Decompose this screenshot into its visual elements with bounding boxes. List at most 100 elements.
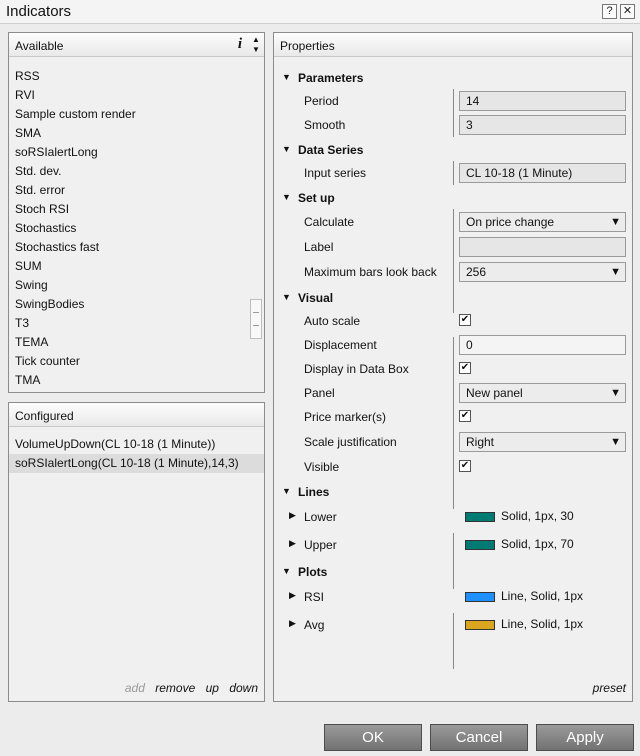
property-label: Displacement <box>304 338 377 352</box>
expand-icon[interactable]: ▶ <box>289 590 296 601</box>
avg-plot-style[interactable]: Line, Solid, 1px <box>465 617 583 631</box>
remove-link[interactable]: remove <box>155 681 195 695</box>
color-swatch <box>465 539 495 550</box>
section-visual[interactable]: ▼ Visual <box>274 287 632 309</box>
scroll-down-icon[interactable]: ▼ <box>250 45 262 55</box>
property-label: Price marker(s) <box>304 410 387 424</box>
list-item[interactable]: RSS <box>15 67 251 86</box>
section-title: Data Series <box>298 143 364 157</box>
visible-checkbox[interactable]: ✔ <box>459 460 471 472</box>
section-setup[interactable]: ▼ Set up <box>274 187 632 209</box>
chevron-down-icon: ▼ <box>610 266 621 278</box>
scroll-up-icon[interactable]: ▲ <box>250 35 262 45</box>
add-link[interactable]: add <box>125 681 145 695</box>
section-title: Lines <box>298 485 330 499</box>
line-style-text: Solid, 1px, 70 <box>501 537 574 551</box>
property-label: Input series <box>304 166 367 180</box>
list-item[interactable]: SUM <box>15 257 251 276</box>
ok-button[interactable]: OK <box>324 724 422 751</box>
list-item[interactable]: TMA <box>15 371 251 390</box>
max-bars-select[interactable]: 256 ▼ <box>459 262 626 282</box>
property-label: Scale justification <box>304 435 397 449</box>
row-avg[interactable]: ▶ Avg Line, Solid, 1px <box>274 613 632 637</box>
collapse-icon: ▼ <box>282 292 291 302</box>
section-parameters[interactable]: ▼ Parameters <box>274 67 632 89</box>
row-upper[interactable]: ▶ Upper Solid, 1px, 70 <box>274 533 632 557</box>
collapse-icon: ▼ <box>282 566 291 576</box>
list-item[interactable]: RVI <box>15 86 251 105</box>
displacement-input[interactable]: 0 <box>459 335 626 355</box>
line-style-text: Solid, 1px, 30 <box>501 509 574 523</box>
label-input[interactable] <box>459 237 626 257</box>
configured-panel: Configured VolumeUpDown(CL 10-18 (1 Minu… <box>8 402 265 702</box>
auto-scale-checkbox[interactable]: ✔ <box>459 314 471 326</box>
upper-line-style[interactable]: Solid, 1px, 70 <box>465 537 574 551</box>
configured-item[interactable]: VolumeUpDown(CL 10-18 (1 Minute)) <box>9 435 264 454</box>
property-label: RSI <box>304 590 325 604</box>
row-label: Label <box>274 235 632 259</box>
row-price-marker: Price marker(s) ✔ <box>274 405 632 429</box>
help-button[interactable]: ? <box>602 4 617 19</box>
property-label: Auto scale <box>304 314 361 328</box>
expand-icon[interactable]: ▶ <box>289 510 296 521</box>
rsi-plot-style[interactable]: Line, Solid, 1px <box>465 589 583 603</box>
property-label: Calculate <box>304 215 355 229</box>
period-input[interactable]: 14 <box>459 91 626 111</box>
panel-select[interactable]: New panel ▼ <box>459 383 626 403</box>
list-item[interactable]: Std. dev. <box>15 162 251 181</box>
row-input-series: Input series CL 10-18 (1 Minute) <box>274 161 632 185</box>
row-panel: Panel New panel ▼ <box>274 381 632 405</box>
list-item[interactable]: SwingBodies <box>15 295 251 314</box>
list-item[interactable]: TEMA <box>15 333 251 352</box>
list-item[interactable]: Std. error <box>15 181 251 200</box>
select-value: New panel <box>466 386 523 400</box>
list-item[interactable]: Stochastics <box>15 219 251 238</box>
calculate-select[interactable]: On price change ▼ <box>459 212 626 232</box>
title-bar: Indicators ? ✕ <box>0 0 640 24</box>
chevron-down-icon: ▼ <box>610 436 621 448</box>
list-item[interactable]: T3 <box>15 314 251 333</box>
section-data-series[interactable]: ▼ Data Series <box>274 139 632 161</box>
input-series-field[interactable]: CL 10-18 (1 Minute) <box>459 163 626 183</box>
list-item[interactable]: Swing <box>15 276 251 295</box>
color-swatch <box>465 619 495 630</box>
list-item[interactable]: soRSIalertLong <box>15 143 251 162</box>
list-item[interactable]: Stochastics fast <box>15 238 251 257</box>
expand-icon[interactable]: ▶ <box>289 538 296 549</box>
row-lower[interactable]: ▶ Lower Solid, 1px, 30 <box>274 505 632 529</box>
section-title: Visual <box>298 291 334 305</box>
list-item[interactable]: Stoch RSI <box>15 200 251 219</box>
window-title: Indicators <box>6 3 72 20</box>
up-link[interactable]: up <box>206 681 219 695</box>
preset-link[interactable]: preset <box>593 681 626 695</box>
list-item[interactable]: Tick counter <box>15 352 251 371</box>
row-displacement: Displacement 0 <box>274 333 632 357</box>
scale-justification-select[interactable]: Right ▼ <box>459 432 626 452</box>
row-scale-justification: Scale justification Right ▼ <box>274 430 632 454</box>
property-label: Visible <box>304 460 340 474</box>
price-marker-checkbox[interactable]: ✔ <box>459 410 471 422</box>
smooth-input[interactable]: 3 <box>459 115 626 135</box>
cancel-button[interactable]: Cancel <box>430 724 528 751</box>
available-scrollbar-thumb[interactable] <box>250 299 262 339</box>
section-plots[interactable]: ▼ Plots <box>274 561 632 583</box>
expand-icon[interactable]: ▶ <box>289 618 296 629</box>
info-icon[interactable]: i <box>238 36 242 53</box>
lower-line-style[interactable]: Solid, 1px, 30 <box>465 509 574 523</box>
configured-title: Configured <box>15 409 74 423</box>
section-title: Parameters <box>298 71 364 85</box>
row-period: Period 14 <box>274 89 632 113</box>
row-rsi[interactable]: ▶ RSI Line, Solid, 1px <box>274 585 632 609</box>
down-link[interactable]: down <box>229 681 258 695</box>
configured-item-selected[interactable]: soRSIalertLong(CL 10-18 (1 Minute),14,3) <box>9 454 264 473</box>
list-item[interactable]: SMA <box>15 124 251 143</box>
data-box-checkbox[interactable]: ✔ <box>459 362 471 374</box>
properties-title: Properties <box>280 39 335 53</box>
row-smooth: Smooth 3 <box>274 113 632 137</box>
available-title: Available <box>15 39 64 53</box>
list-item[interactable]: Sample custom render <box>15 105 251 124</box>
apply-button[interactable]: Apply <box>536 724 634 751</box>
property-label: Panel <box>304 386 335 400</box>
close-button[interactable]: ✕ <box>620 4 635 19</box>
section-lines[interactable]: ▼ Lines <box>274 481 632 503</box>
